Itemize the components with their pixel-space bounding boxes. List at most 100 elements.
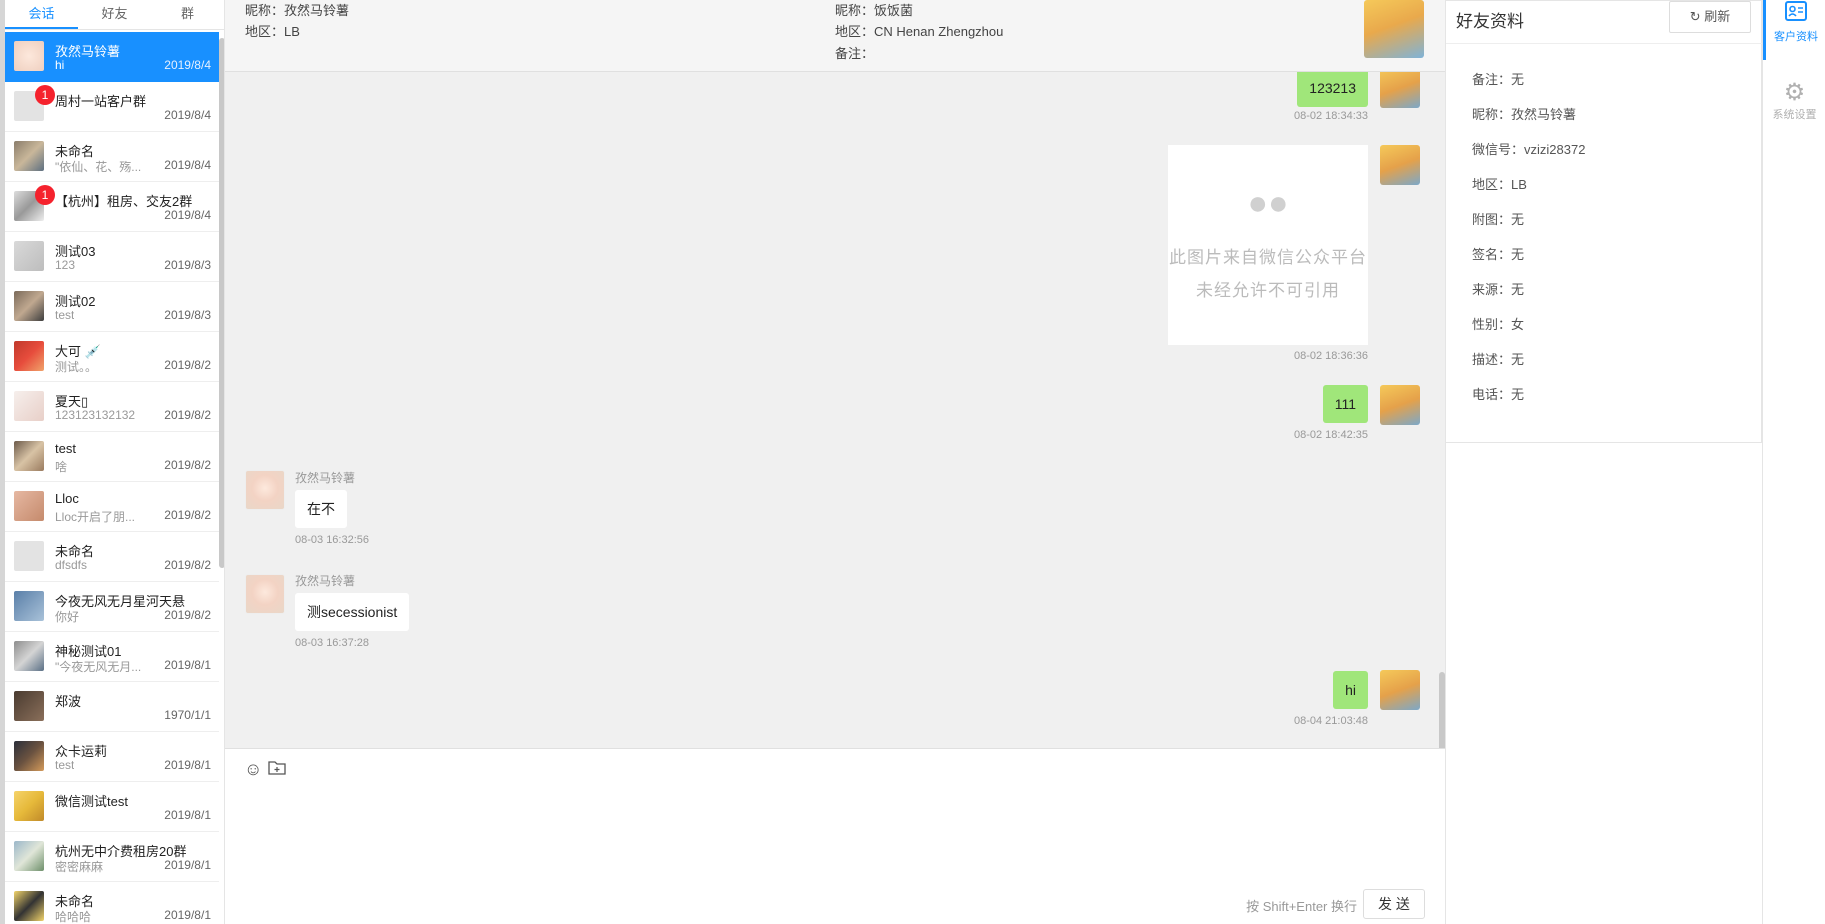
wechat-icon: ●●: [1247, 184, 1289, 222]
conversation-item[interactable]: 微信测试test 2019/8/1: [5, 782, 219, 832]
conversation-item[interactable]: 孜然马铃薯 hi 2019/8/4: [5, 32, 219, 82]
tab-friends[interactable]: 好友: [78, 0, 151, 29]
profile-field: 签名：无: [1472, 247, 1525, 262]
avatar: [14, 691, 44, 721]
conversation-item[interactable]: 未命名 哈哈哈 2019/8/1: [5, 882, 219, 924]
message-timestamp: 08-04 21:03:48: [1293, 715, 1368, 727]
divider: [1446, 43, 1763, 44]
conversation-date: 2019/8/3: [164, 258, 211, 272]
conversation-preview: 你好: [55, 610, 80, 624]
conversation-preview: Lloc开启了朋...: [55, 510, 136, 524]
friend-nickname: 昵称：饭饭菌: [835, 3, 914, 18]
conversation-item[interactable]: 1 【杭州】租房、交友2群 2019/8/4: [5, 182, 219, 232]
conversation-name: 孜然马铃薯: [55, 44, 121, 59]
conversation-item[interactable]: 测试03 123 2019/8/3: [5, 232, 219, 282]
message-composer[interactable]: ☺ 按 Shift+Enter 换行 发 送: [225, 748, 1445, 924]
conversation-date: 2019/8/1: [164, 758, 211, 772]
avatar: [14, 591, 44, 621]
refresh-label: 刷新: [1704, 9, 1731, 24]
tab-conversations[interactable]: 会话: [5, 0, 78, 29]
friend-profile-panel: 好友资料 ↻ 刷新 备注：无 昵称：孜然马铃薯 微信号：vzizi28372 地…: [1445, 0, 1763, 443]
profile-field: 来源：无: [1472, 282, 1525, 297]
nav-customer-profile[interactable]: 客户资料: [1763, 0, 1825, 60]
my-nickname: 昵称：孜然马铃薯: [245, 3, 350, 18]
conversation-preview: test: [55, 308, 75, 322]
profile-field: 备注：无: [1472, 72, 1525, 87]
conversation-item[interactable]: 未命名 dfsdfs 2019/8/2: [5, 532, 219, 582]
avatar: [14, 391, 44, 421]
conversation-name: 微信测试test: [55, 794, 128, 809]
conversation-date: 1970/1/1: [164, 708, 211, 722]
conversation-preview: hi: [55, 58, 65, 72]
conversation-item[interactable]: 郑波 1970/1/1: [5, 682, 219, 732]
conversation-item[interactable]: 夏天▯ 123123132132 2019/8/2: [5, 382, 219, 432]
conversation-name: test: [55, 441, 76, 456]
conversation-item[interactable]: 测试02 test 2019/8/3: [5, 282, 219, 332]
conversation-item[interactable]: 未命名 "依仙、花、殇... 2019/8/4: [5, 132, 219, 182]
conversation-date: 2019/8/4: [164, 158, 211, 172]
conversation-item[interactable]: test 啥 2019/8/2: [5, 432, 219, 482]
friend-message-avatar: [245, 574, 285, 614]
conversation-item[interactable]: 1 周村一站客户群 2019/8/4: [5, 82, 219, 132]
conversation-preview: "依仙、花、殇...: [55, 160, 142, 174]
my-message-bubble: 123213: [1297, 72, 1368, 107]
conversation-preview: 123: [55, 258, 76, 272]
refresh-button[interactable]: ↻ 刷新: [1669, 1, 1751, 33]
smile-icon[interactable]: ☺: [244, 759, 262, 779]
conversation-date: 2019/8/2: [164, 458, 211, 472]
conversation-date: 2019/8/4: [164, 208, 211, 222]
my-region: 地区：LB: [245, 24, 300, 39]
conversation-preview: 啥: [55, 460, 68, 474]
conversation-date: 2019/8/2: [164, 608, 211, 622]
profile-field: 性别：女: [1472, 317, 1525, 332]
friend-remark: 备注：: [835, 46, 875, 61]
shortcut-hint: 按 Shift+Enter 换行: [1246, 899, 1357, 914]
profile-panel-empty: [1445, 443, 1762, 924]
message-list: 123213 08-02 18:34:33 ●● 此图片来自微信公众平台 未经允…: [225, 72, 1445, 748]
conversation-date: 2019/8/1: [164, 658, 211, 672]
conversation-preview: "今夜无风无月...: [55, 660, 142, 674]
friend-avatar[interactable]: [1364, 0, 1424, 58]
conversation-preview: 密密麻麻: [55, 860, 104, 874]
friend-message-bubble: 在不: [295, 490, 347, 528]
avatar: [14, 241, 44, 271]
message-timestamp: 08-02 18:42:35: [1293, 429, 1368, 441]
avatar: [14, 741, 44, 771]
avatar: [14, 841, 44, 871]
friend-message-bubble: 测secessionist: [295, 593, 410, 631]
conversation-item[interactable]: Lloc Lloc开启了朋... 2019/8/2: [5, 482, 219, 532]
send-button[interactable]: 发 送: [1363, 889, 1425, 919]
sender-name: 孜然马铃薯: [295, 471, 356, 485]
conversation-item[interactable]: 杭州无中介费租房20群 密密麻麻 2019/8/1: [5, 832, 219, 882]
avatar: [14, 491, 44, 521]
avatar: [14, 291, 44, 321]
conversation-date: 2019/8/3: [164, 308, 211, 322]
message-timestamp: 08-02 18:34:33: [1293, 110, 1368, 122]
conversation-item[interactable]: 神秘测试01 "今夜无风无月... 2019/8/1: [5, 632, 219, 682]
conversation-preview: dfsdfs: [55, 558, 88, 572]
avatar: [14, 891, 44, 921]
unread-badge: 1: [35, 85, 55, 105]
image-message[interactable]: ●● 此图片来自微信公众平台 未经允许不可引用: [1168, 145, 1368, 345]
profile-field: 附图：无: [1472, 212, 1525, 227]
conversation-date: 2019/8/2: [164, 408, 211, 422]
my-message-bubble: 111: [1322, 385, 1368, 423]
tab-groups[interactable]: 群: [151, 0, 224, 29]
id-card-icon: [1766, 0, 1825, 30]
conversation-item[interactable]: 今夜无风无月星河天悬 你好 2019/8/2: [5, 582, 219, 632]
my-avatar: [1380, 145, 1420, 185]
nav-label: 客户资料: [1774, 31, 1818, 43]
conversation-item[interactable]: 大可 💉 测试。。 2019/8/2: [5, 332, 219, 382]
conversation-preview: 测试。。: [55, 360, 98, 374]
my-message-bubble: hi: [1333, 671, 1368, 709]
nav-system-settings[interactable]: ⚙ 系统设置: [1763, 78, 1825, 138]
conversation-sidebar: 会话 好友 群 孜然马铃薯 hi 2019/8/4 1 周村一站客户群 2019…: [0, 0, 225, 924]
friend-region: 地区：CN Henan Zhengzhou: [835, 24, 1004, 39]
my-avatar: [1380, 670, 1420, 710]
my-avatar: [1380, 385, 1420, 425]
conversation-date: 2019/8/2: [164, 558, 211, 572]
profile-field: 微信号：vzizi28372: [1472, 142, 1586, 157]
conversation-item[interactable]: 众卡运莉 test 2019/8/1: [5, 732, 219, 782]
avatar: [14, 441, 44, 471]
folder-icon[interactable]: [268, 759, 286, 779]
